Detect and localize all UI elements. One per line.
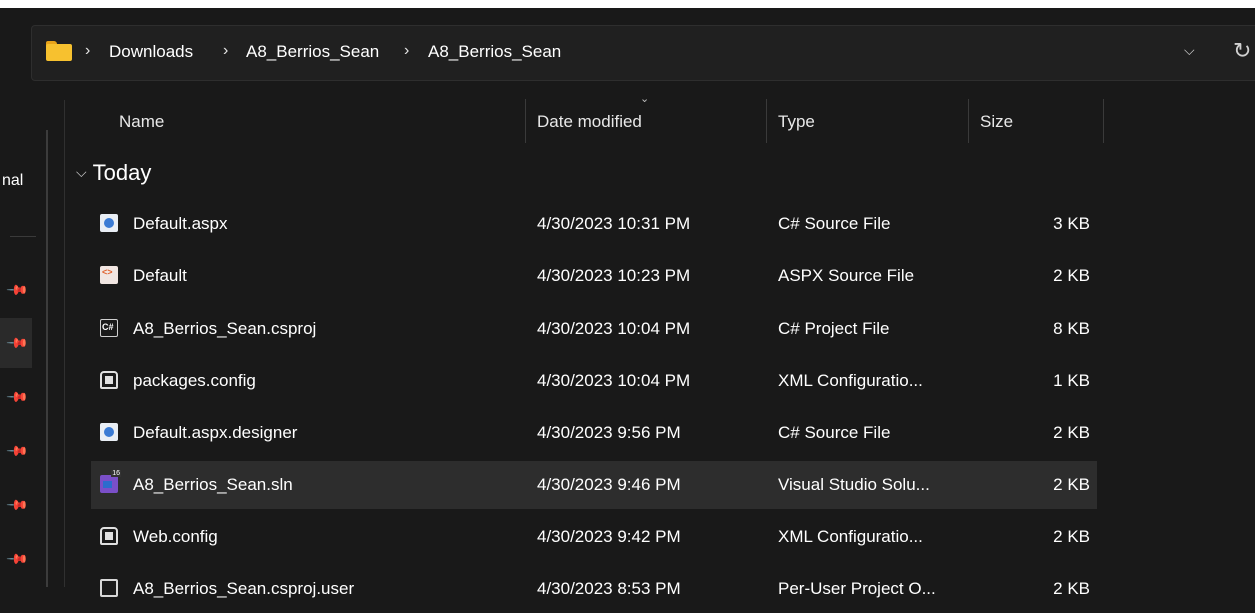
file-size: 3 KB	[1053, 214, 1090, 233]
column-header-type[interactable]: Type	[778, 112, 815, 132]
file-row[interactable]: Web.config 4/30/2023 9:42 PM XML Configu…	[91, 513, 1097, 561]
file-type: ASPX Source File	[778, 266, 915, 285]
file-size: 2 KB	[1053, 266, 1090, 285]
column-resize-handle[interactable]	[968, 99, 969, 143]
content-divider	[64, 100, 65, 587]
breadcrumb-a8-berrios-sean-parent[interactable]: A8_Berrios_Sean	[246, 42, 379, 62]
file-size: 2 KB	[1053, 475, 1090, 494]
navigation-pane-scrollbar[interactable]	[46, 130, 48, 587]
column-resize-handle[interactable]	[766, 99, 767, 143]
file-size: 2 KB	[1053, 579, 1090, 598]
file-name: Web.config	[133, 527, 218, 546]
column-header-date-modified[interactable]: Date modified	[537, 112, 642, 132]
file-size: 1 KB	[1053, 371, 1090, 390]
file-date-modified: 4/30/2023 9:46 PM	[537, 475, 681, 494]
file-date-modified: 4/30/2023 10:31 PM	[537, 214, 691, 233]
file-type: C# Source File	[778, 423, 891, 442]
breadcrumb-a8-berrios-sean-current[interactable]: A8_Berrios_Sean	[428, 42, 561, 62]
file-name: Default	[133, 266, 187, 285]
file-row[interactable]: Default.aspx 4/30/2023 10:31 PM C# Sourc…	[91, 200, 1097, 248]
file-size: 2 KB	[1053, 527, 1090, 546]
file-name: A8_Berrios_Sean.sln	[133, 475, 293, 494]
group-label: Today	[92, 160, 152, 185]
nav-divider	[10, 236, 36, 237]
file-row[interactable]: Default.aspx.designer 4/30/2023 9:56 PM …	[91, 409, 1097, 457]
file-row[interactable]: A8_Berrios_Sean.csproj.user 4/30/2023 8:…	[91, 565, 1097, 613]
aspx-source-icon	[100, 266, 118, 284]
window-top-edge	[0, 0, 1255, 8]
file-row[interactable]: packages.config 4/30/2023 10:04 PM XML C…	[91, 357, 1097, 405]
file-type: XML Configuratio...	[778, 527, 923, 546]
file-date-modified: 4/30/2023 9:56 PM	[537, 423, 681, 442]
nav-item-clipped[interactable]: nal	[2, 172, 23, 190]
column-resize-handle[interactable]	[1103, 99, 1104, 143]
file-name: packages.config	[133, 371, 256, 390]
file-date-modified: 4/30/2023 9:42 PM	[537, 527, 681, 546]
file-type: Per-User Project O...	[778, 579, 936, 598]
file-type: C# Project File	[778, 319, 890, 338]
user-project-options-icon	[100, 579, 118, 597]
file-type: Visual Studio Solu...	[778, 475, 930, 494]
file-date-modified: 4/30/2023 8:53 PM	[537, 579, 681, 598]
column-header-size[interactable]: Size	[980, 112, 1013, 132]
file-date-modified: 4/30/2023 10:04 PM	[537, 371, 691, 390]
file-name: Default.aspx	[133, 214, 228, 233]
xml-config-icon	[100, 527, 118, 545]
file-name: A8_Berrios_Sean.csproj.user	[133, 579, 355, 598]
folder-icon	[46, 41, 72, 61]
csharp-source-icon	[100, 214, 118, 232]
column-header-name[interactable]: Name	[119, 112, 164, 132]
address-bar[interactable]: › Downloads › A8_Berrios_Sean › A8_Berri…	[31, 25, 1255, 81]
breadcrumb-separator[interactable]: ›	[404, 42, 409, 60]
column-resize-handle[interactable]	[525, 99, 526, 143]
file-type: XML Configuratio...	[778, 371, 923, 390]
xml-config-icon	[100, 371, 118, 389]
file-type: C# Source File	[778, 214, 891, 233]
refresh-icon[interactable]: ↻	[1233, 38, 1251, 64]
file-name: Default.aspx.designer	[133, 423, 298, 442]
address-history-chevron-icon[interactable]: ⌵	[1184, 42, 1195, 59]
chevron-down-icon: ⌵	[76, 164, 87, 180]
breadcrumb-separator[interactable]: ›	[223, 42, 228, 60]
file-row-selected[interactable]: A8_Berrios_Sean.sln 4/30/2023 9:46 PM Vi…	[91, 461, 1097, 509]
file-name: A8_Berrios_Sean.csproj	[133, 319, 317, 338]
breadcrumb-separator[interactable]: ›	[85, 42, 90, 60]
csharp-project-icon	[100, 319, 118, 337]
file-date-modified: 4/30/2023 10:04 PM	[537, 319, 691, 338]
file-size: 8 KB	[1053, 319, 1090, 338]
sort-indicator-icon: ⌄	[640, 93, 650, 105]
group-header-today[interactable]: ⌵ Today	[76, 160, 151, 186]
file-row[interactable]: Default 4/30/2023 10:23 PM ASPX Source F…	[91, 252, 1097, 300]
breadcrumb-downloads[interactable]: Downloads	[109, 42, 193, 62]
file-date-modified: 4/30/2023 10:23 PM	[537, 266, 691, 285]
csharp-source-icon	[100, 423, 118, 441]
file-size: 2 KB	[1053, 423, 1090, 442]
visual-studio-solution-icon	[100, 470, 121, 493]
file-row[interactable]: A8_Berrios_Sean.csproj 4/30/2023 10:04 P…	[91, 305, 1097, 353]
